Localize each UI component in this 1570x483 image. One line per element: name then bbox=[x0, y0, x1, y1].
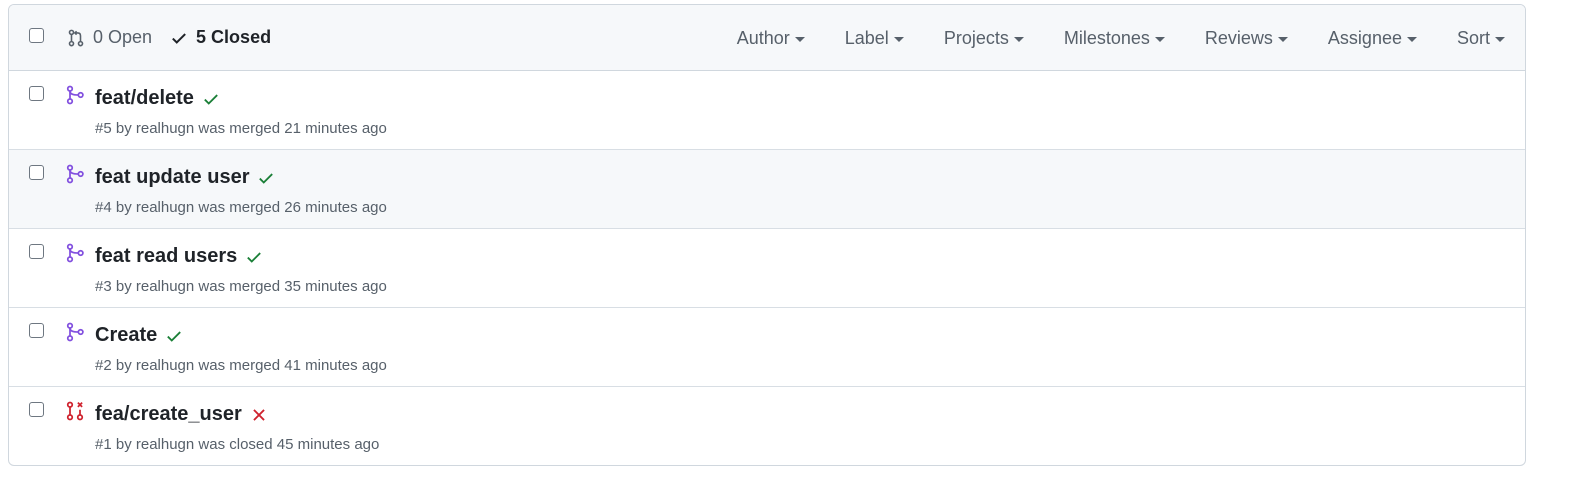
pull-request-meta: #4 by realhugn was merged 26 minutes ago bbox=[95, 199, 387, 216]
caret-down-icon bbox=[1495, 37, 1505, 42]
filter-bar: Author Label Projects Milestones Reviews… bbox=[697, 28, 1505, 49]
caret-down-icon bbox=[893, 37, 904, 42]
check-icon bbox=[172, 32, 186, 44]
select-all-checkbox[interactable] bbox=[29, 28, 44, 43]
state-toggle: 0 Open 5 Closed bbox=[67, 27, 289, 48]
row-checkbox[interactable] bbox=[29, 165, 44, 180]
caret-down-icon bbox=[1406, 37, 1417, 42]
pull-request-title-link[interactable]: feat/delete bbox=[95, 87, 194, 110]
pull-request-title-link[interactable]: feat read users bbox=[95, 245, 237, 268]
projects-filter[interactable]: Projects bbox=[944, 28, 1024, 49]
closed-count-label: 5 Closed bbox=[196, 27, 272, 47]
open-count-label: 0 Open bbox=[93, 27, 153, 47]
caret-down-icon bbox=[1277, 37, 1288, 42]
caret-down-icon bbox=[1013, 37, 1024, 42]
row-checkbox[interactable] bbox=[29, 244, 44, 259]
check-success-icon[interactable] bbox=[257, 169, 275, 187]
assignee-filter[interactable]: Assignee bbox=[1328, 28, 1417, 49]
merged-icon bbox=[66, 85, 84, 105]
pull-request-row: feat/delete #5 by realhugn was merged 21… bbox=[9, 71, 1525, 150]
pull-request-meta: #1 by realhugn was closed 45 minutes ago bbox=[95, 436, 380, 453]
pull-request-list: 0 Open 5 Closed Author Label Projects Mi… bbox=[8, 4, 1526, 466]
caret-down-icon bbox=[794, 37, 805, 42]
list-header: 0 Open 5 Closed Author Label Projects Mi… bbox=[9, 5, 1525, 71]
merged-icon bbox=[66, 243, 84, 263]
reviews-filter[interactable]: Reviews bbox=[1205, 28, 1288, 49]
pull-request-row: fea/create_user #1 by realhugn was close… bbox=[9, 387, 1525, 465]
merged-icon bbox=[66, 322, 84, 342]
closed-pull-request-icon bbox=[66, 401, 84, 421]
check-success-icon[interactable] bbox=[202, 90, 220, 108]
pull-request-title-link[interactable]: Create bbox=[95, 324, 157, 347]
check-failure-icon[interactable] bbox=[250, 406, 268, 424]
pull-request-title-link[interactable]: fea/create_user bbox=[95, 403, 242, 426]
pull-request-title-link[interactable]: feat update user bbox=[95, 166, 249, 189]
caret-down-icon bbox=[1154, 37, 1165, 42]
closed-filter-link[interactable]: 5 Closed bbox=[170, 27, 271, 48]
open-filter-link[interactable]: 0 Open bbox=[67, 27, 152, 48]
pull-request-row: Create #2 by realhugn was merged 41 minu… bbox=[9, 308, 1525, 387]
pull-request-row: feat update user #4 by realhugn was merg… bbox=[9, 150, 1525, 229]
check-success-icon[interactable] bbox=[245, 248, 263, 266]
row-checkbox[interactable] bbox=[29, 86, 44, 101]
pull-request-row: feat read users #3 by realhugn was merge… bbox=[9, 229, 1525, 308]
merged-icon bbox=[66, 164, 84, 184]
milestones-filter[interactable]: Milestones bbox=[1064, 28, 1165, 49]
row-checkbox[interactable] bbox=[29, 402, 44, 417]
author-filter[interactable]: Author bbox=[737, 28, 805, 49]
row-checkbox[interactable] bbox=[29, 323, 44, 338]
label-filter[interactable]: Label bbox=[845, 28, 904, 49]
pull-request-meta: #3 by realhugn was merged 35 minutes ago bbox=[95, 278, 387, 295]
pull-request-meta: #5 by realhugn was merged 21 minutes ago bbox=[95, 120, 387, 137]
pull-request-icon bbox=[68, 29, 84, 46]
sort-filter[interactable]: Sort bbox=[1457, 28, 1505, 49]
pull-request-meta: #2 by realhugn was merged 41 minutes ago bbox=[95, 357, 387, 374]
check-success-icon[interactable] bbox=[165, 327, 183, 345]
